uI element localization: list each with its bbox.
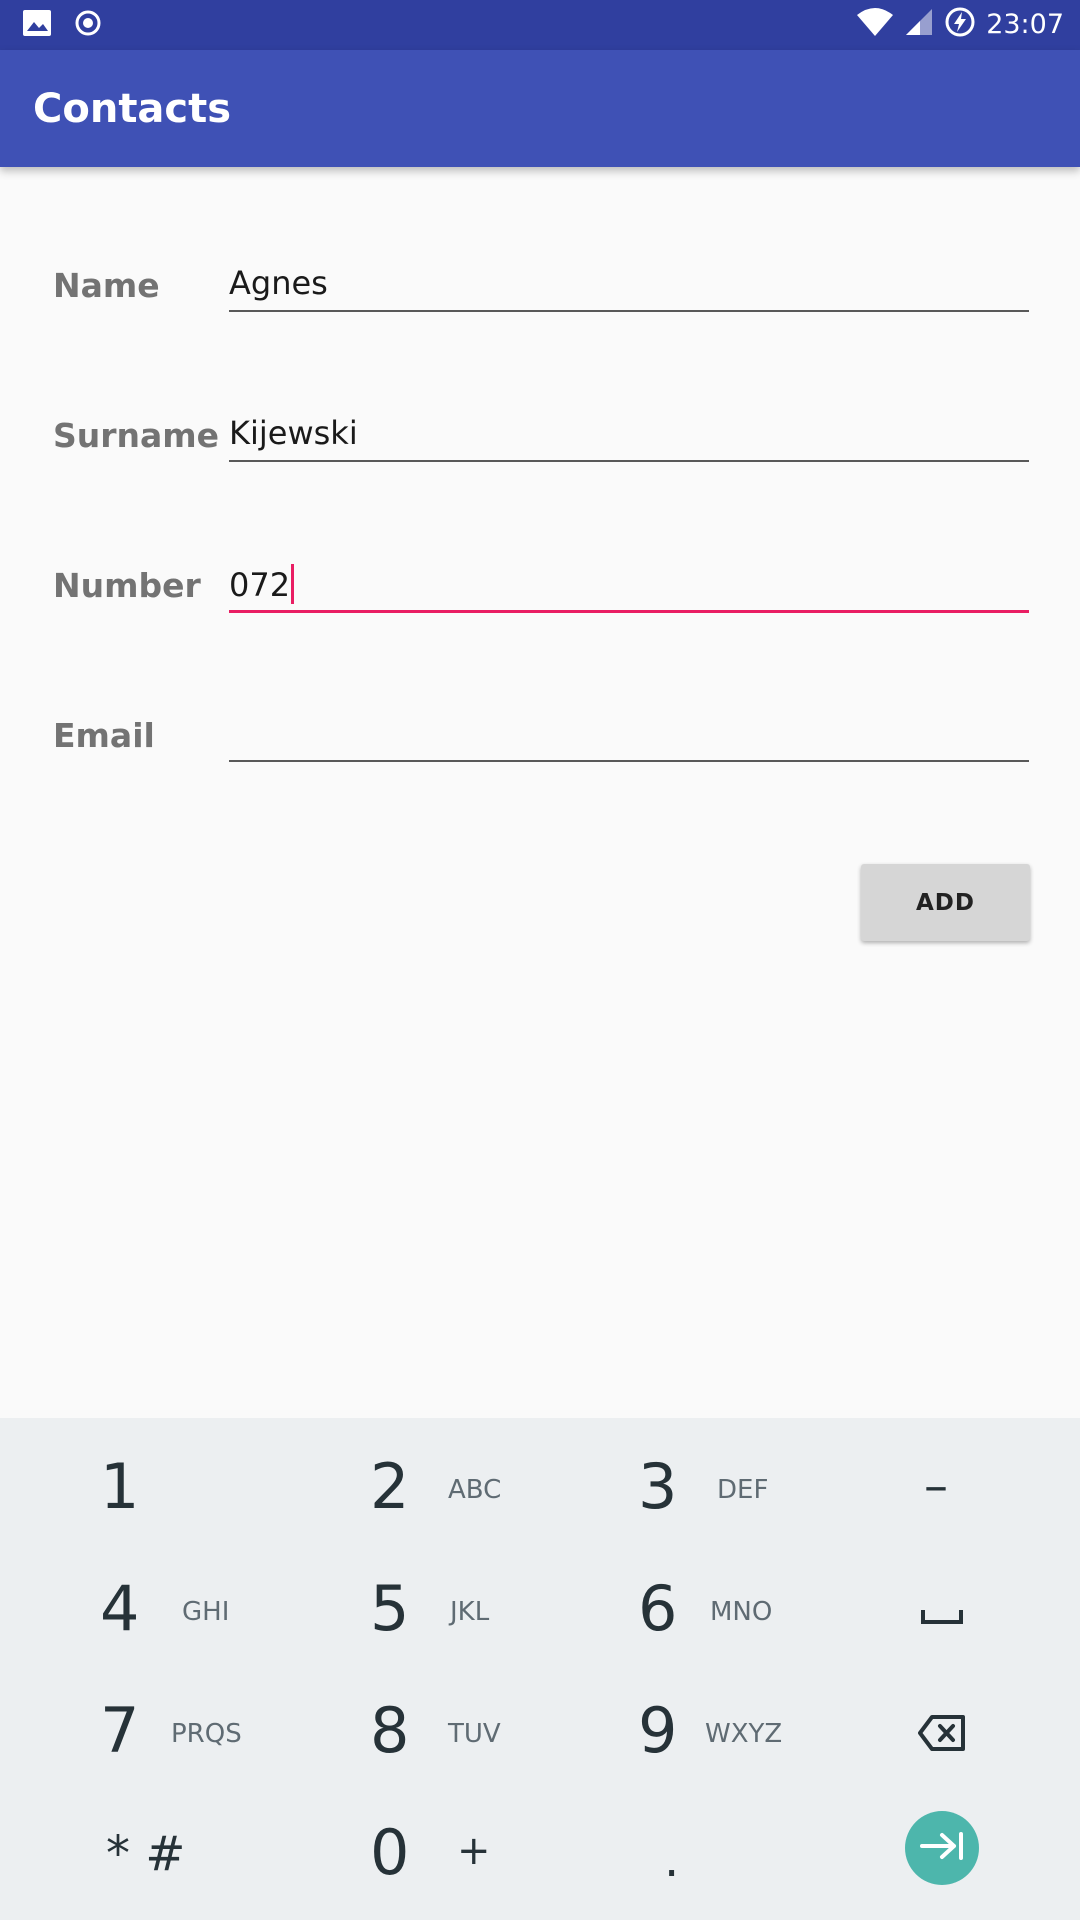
key-7[interactable]: 7 PRQS	[0, 1674, 270, 1794]
key-4-digit: 4	[100, 1572, 140, 1645]
key-5-letters: JKL	[450, 1597, 490, 1627]
space-icon	[920, 1608, 964, 1630]
surname-field[interactable]: Kijewski	[229, 400, 1029, 462]
key-8-letters: TUV	[448, 1719, 501, 1749]
tab-next-icon	[920, 1831, 964, 1865]
key-7-digit: 7	[100, 1694, 140, 1767]
key-star-hash-symbol: * #	[106, 1826, 186, 1882]
add-button[interactable]: ADD	[861, 864, 1030, 941]
key-space[interactable]	[810, 1552, 1080, 1672]
surname-value: Kijewski	[229, 414, 358, 452]
key-4-letters: GHI	[182, 1597, 230, 1627]
key-star-hash[interactable]: * #	[0, 1796, 270, 1916]
cell-signal-icon	[904, 7, 934, 41]
key-0[interactable]: 0 +	[270, 1796, 540, 1916]
name-field[interactable]: Agnes	[229, 250, 1029, 312]
key-dot-symbol: .	[664, 1832, 680, 1888]
key-backspace[interactable]	[810, 1674, 1080, 1794]
page-title: Contacts	[33, 86, 232, 132]
key-2-digit: 2	[370, 1450, 410, 1523]
next-field-button[interactable]	[905, 1811, 979, 1885]
email-label: Email	[53, 716, 155, 755]
backspace-icon	[918, 1714, 966, 1756]
key-minus[interactable]: –	[810, 1430, 1080, 1550]
number-value-wrap: 072	[229, 564, 295, 604]
key-3[interactable]: 3 DEF	[540, 1430, 810, 1550]
wifi-icon	[856, 7, 894, 41]
number-row: Number 072	[0, 550, 1080, 630]
record-icon	[74, 9, 102, 41]
key-minus-symbol: –	[924, 1458, 948, 1514]
key-dot[interactable]: .	[540, 1796, 810, 1916]
key-1-digit: 1	[100, 1450, 140, 1523]
name-label: Name	[53, 266, 160, 305]
key-6[interactable]: 6 MNO	[540, 1552, 810, 1672]
key-8[interactable]: 8 TUV	[270, 1674, 540, 1794]
key-0-digit: 0	[370, 1816, 410, 1889]
number-label: Number	[53, 566, 201, 605]
email-field[interactable]	[229, 700, 1029, 762]
key-6-letters: MNO	[710, 1597, 773, 1627]
surname-label: Surname	[53, 416, 220, 455]
image-icon	[22, 9, 52, 41]
text-cursor	[291, 564, 295, 604]
key-9-letters: WXYZ	[705, 1719, 783, 1749]
number-field[interactable]: 072	[229, 550, 1029, 613]
email-row: Email	[0, 700, 1080, 780]
surname-row: Surname Kijewski	[0, 400, 1080, 480]
app-bar: Contacts	[0, 50, 1080, 167]
status-time: 23:07	[986, 8, 1064, 40]
key-6-digit: 6	[638, 1572, 678, 1645]
key-3-letters: DEF	[717, 1475, 769, 1505]
key-1[interactable]: 1	[0, 1430, 270, 1550]
key-2[interactable]: 2 ABC	[270, 1430, 540, 1550]
key-0-plus: +	[457, 1828, 491, 1874]
battery-charging-icon	[944, 6, 976, 42]
key-8-digit: 8	[370, 1694, 410, 1767]
key-9[interactable]: 9 WXYZ	[540, 1674, 810, 1794]
key-9-digit: 9	[638, 1694, 678, 1767]
key-5-digit: 5	[370, 1572, 410, 1645]
key-5[interactable]: 5 JKL	[270, 1552, 540, 1672]
name-value: Agnes	[229, 264, 328, 302]
key-2-letters: ABC	[448, 1475, 502, 1505]
number-value: 072	[229, 566, 291, 604]
status-bar: 23:07	[0, 0, 1080, 50]
name-row: Name Agnes	[0, 250, 1080, 330]
key-4[interactable]: 4 GHI	[0, 1552, 270, 1672]
key-7-letters: PRQS	[171, 1719, 242, 1749]
key-3-digit: 3	[638, 1450, 678, 1523]
